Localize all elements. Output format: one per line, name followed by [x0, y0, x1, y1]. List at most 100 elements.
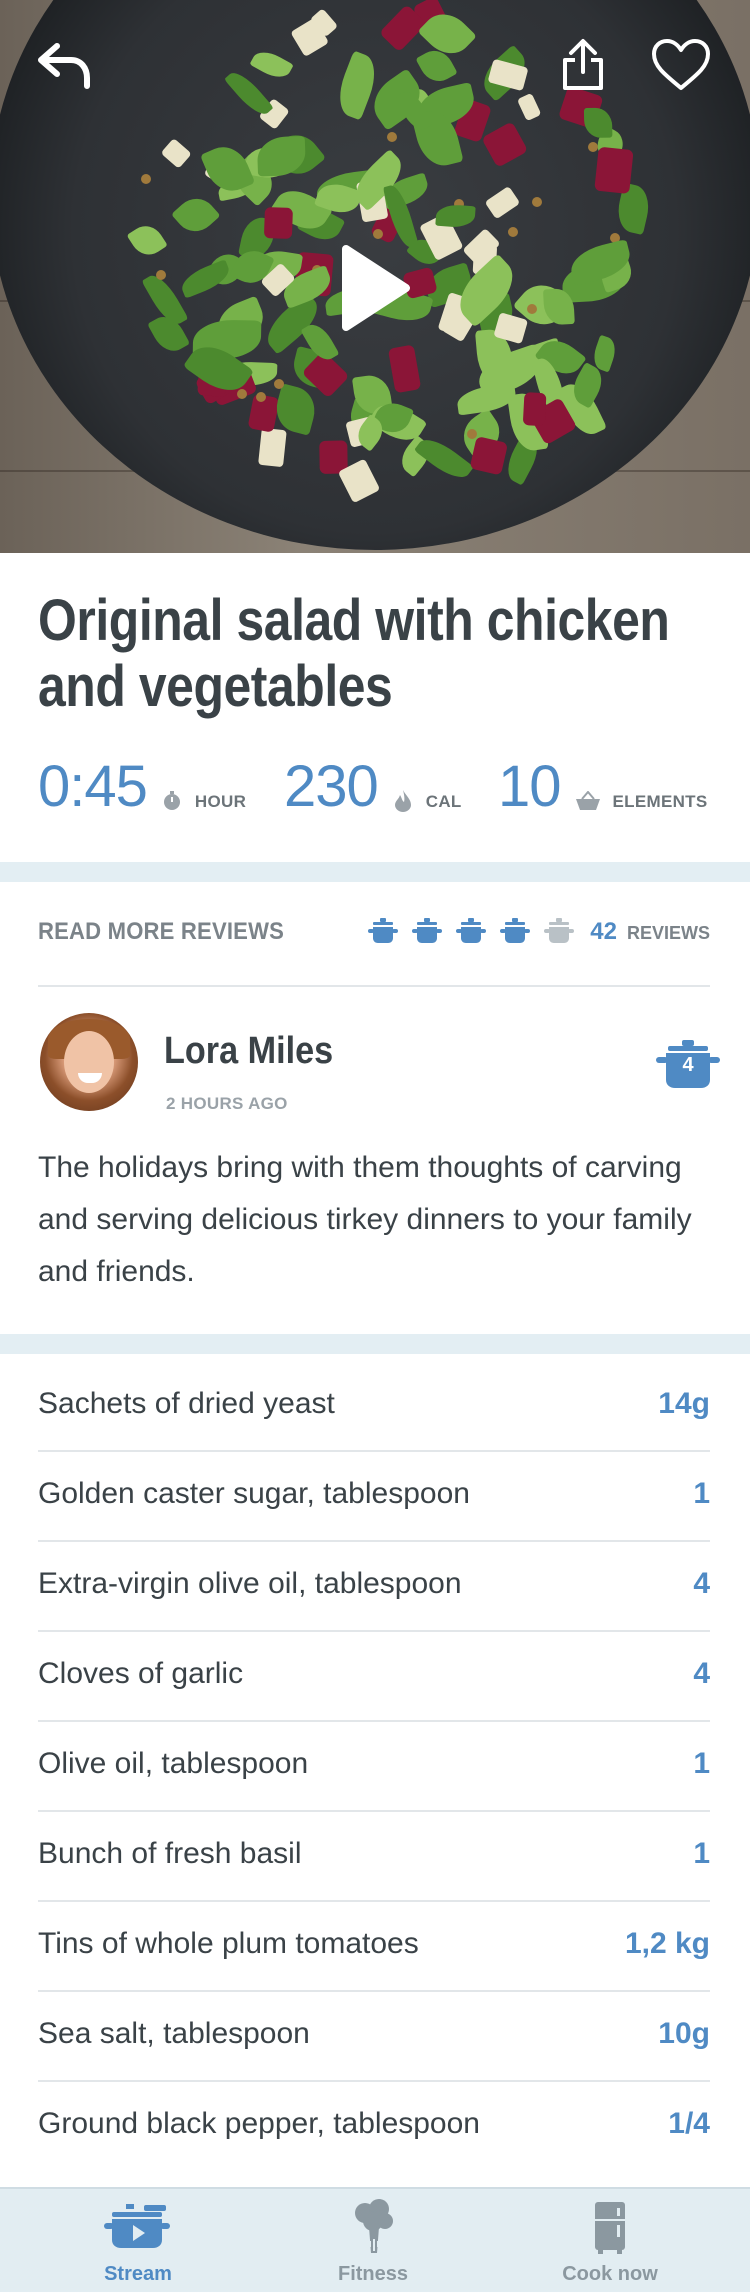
- salad-piece: [593, 147, 634, 195]
- pot-filled-icon: [456, 918, 486, 943]
- review-rating-value: 4: [682, 1054, 694, 1076]
- time-unit: HOUR: [194, 792, 247, 811]
- ingredient-row: Golden caster sugar, tablespoon 1: [38, 1452, 710, 1542]
- ingredient-row: Extra-virgin olive oil, tablespoon 4: [38, 1542, 710, 1632]
- tab-fitness[interactable]: Fitness: [248, 2189, 498, 2292]
- ingredient-row: Tins of whole plum tomatoes 1,2 kg: [38, 1902, 710, 1992]
- reviewer-name[interactable]: Lora Miles: [164, 1030, 333, 1073]
- ingredient-row: Bunch of fresh basil 1: [38, 1812, 710, 1902]
- salad-piece: [171, 189, 221, 239]
- section-divider: [0, 1334, 750, 1354]
- salad-piece: [532, 196, 543, 207]
- avatar[interactable]: [40, 1013, 138, 1111]
- share-icon: [563, 39, 603, 90]
- tab-fitness-label: Fitness: [337, 2263, 409, 2285]
- avatar-face: [64, 1031, 114, 1093]
- salad-piece: [522, 392, 547, 427]
- rating-pots: [368, 918, 574, 944]
- tab-cook-now-label: Cook now: [562, 2263, 658, 2285]
- salad-piece: [435, 204, 476, 229]
- salad-piece: [273, 378, 284, 389]
- play-icon: [342, 245, 410, 331]
- review-text: The holidays bring with them thoughts of…: [38, 1151, 692, 1288]
- ingredient-row: Olive oil, tablespoon 1: [38, 1722, 710, 1812]
- tab-stream[interactable]: Stream: [13, 2189, 263, 2292]
- favorite-button[interactable]: [645, 30, 717, 100]
- salad-piece: [470, 435, 509, 476]
- ingredient-quantity: 10g: [658, 2017, 710, 2050]
- pot-empty-icon: [544, 918, 574, 943]
- read-more-reviews-link[interactable]: READ MORE REVIEWS: [38, 918, 284, 946]
- reviews-count-label: REVIEWS: [626, 923, 710, 943]
- time-value: 0:45: [38, 754, 148, 819]
- salad-piece: [387, 344, 421, 394]
- ingredient-quantity: 14g: [658, 1387, 710, 1420]
- pot-tv-icon: [13, 2199, 263, 2255]
- ingredient-name: Sachets of dried yeast: [38, 1387, 335, 1420]
- salad-piece: [224, 66, 275, 120]
- salad-piece: [516, 92, 542, 122]
- salad-piece: [481, 121, 529, 168]
- hero-image[interactable]: [0, 0, 750, 553]
- ingredient-quantity: 4: [693, 1657, 710, 1690]
- pot-filled-icon: [368, 918, 398, 943]
- ingredient-name: Olive oil, tablespoon: [38, 1747, 309, 1780]
- stat-time: 0:45 HOUR: [38, 752, 246, 816]
- ingredient-quantity: 1,2 kg: [624, 1927, 710, 1960]
- reviews-header: READ MORE REVIEWS 42 REVIEWS: [38, 896, 710, 972]
- salad-piece: [257, 427, 287, 468]
- basket-icon: [575, 790, 601, 812]
- fridge-icon: [485, 2199, 735, 2255]
- divider: [38, 985, 710, 987]
- ingredient-row: Cloves of garlic 4: [38, 1632, 710, 1722]
- review-rating-badge: 4: [656, 1040, 720, 1090]
- section-divider: [0, 862, 750, 882]
- salad-piece: [155, 269, 166, 280]
- share-button[interactable]: [552, 30, 614, 100]
- salad-piece: [484, 185, 522, 220]
- salad-piece: [587, 142, 598, 153]
- tab-cook-now[interactable]: Cook now: [485, 2189, 735, 2292]
- ingredient-quantity: 1: [693, 1747, 710, 1780]
- salad-piece: [264, 206, 294, 239]
- salad-piece: [248, 46, 294, 84]
- salad-piece: [126, 219, 168, 262]
- salad-piece: [271, 383, 321, 436]
- reviews-count[interactable]: 42 REVIEWS: [590, 918, 710, 946]
- ingredient-name: Tins of whole plum tomatoes: [38, 1927, 419, 1960]
- elements-unit: ELEMENTS: [612, 792, 708, 811]
- salad-piece: [160, 137, 192, 169]
- timer-icon: [161, 790, 183, 812]
- recipe-title: Original salad with chicken and vegetabl…: [38, 588, 670, 719]
- stat-elements: 10 ELEMENTS: [498, 752, 707, 816]
- reviews-count-number: 42: [590, 918, 617, 945]
- calories-value: 230: [284, 754, 379, 819]
- calories-unit: CAL: [425, 792, 462, 811]
- pot-filled-icon: [412, 918, 442, 943]
- back-button[interactable]: [30, 30, 100, 100]
- ingredient-quantity: 4: [693, 1567, 710, 1600]
- recipe-stats: 0:45 HOUR 230 CAL 10 ELEMENTS: [38, 752, 710, 822]
- ingredient-row: Ground black pepper, tablespoon 1/4: [38, 2082, 710, 2172]
- pot-filled-icon: [500, 918, 530, 943]
- tab-stream-label: Stream: [104, 2263, 172, 2285]
- salad-piece: [507, 227, 518, 238]
- salad-piece: [141, 173, 152, 184]
- ingredient-name: Golden caster sugar, tablespoon: [38, 1477, 470, 1510]
- play-button[interactable]: [330, 238, 420, 338]
- salad-piece: [583, 107, 613, 138]
- tab-bar: Stream Fitness Cook now: [0, 2187, 750, 2292]
- ingredient-quantity: 1: [693, 1837, 710, 1870]
- ingredient-quantity: 1/4: [668, 2107, 710, 2140]
- ingredient-row: Sachets of dried yeast 14g: [38, 1362, 710, 1452]
- salad-piece: [387, 131, 398, 142]
- ingredient-name: Bunch of fresh basil: [38, 1837, 302, 1870]
- stat-calories: 230 CAL: [284, 752, 462, 816]
- ingredient-row: Sea salt, tablespoon 10g: [38, 1992, 710, 2082]
- elements-value: 10: [498, 754, 562, 819]
- salad-piece: [455, 382, 518, 416]
- ingredient-name: Ground black pepper, tablespoon: [38, 2107, 480, 2140]
- ingredient-quantity: 1: [693, 1477, 710, 1510]
- ingredient-name: Cloves of garlic: [38, 1657, 244, 1690]
- ingredient-name: Extra-virgin olive oil, tablespoon: [38, 1567, 462, 1600]
